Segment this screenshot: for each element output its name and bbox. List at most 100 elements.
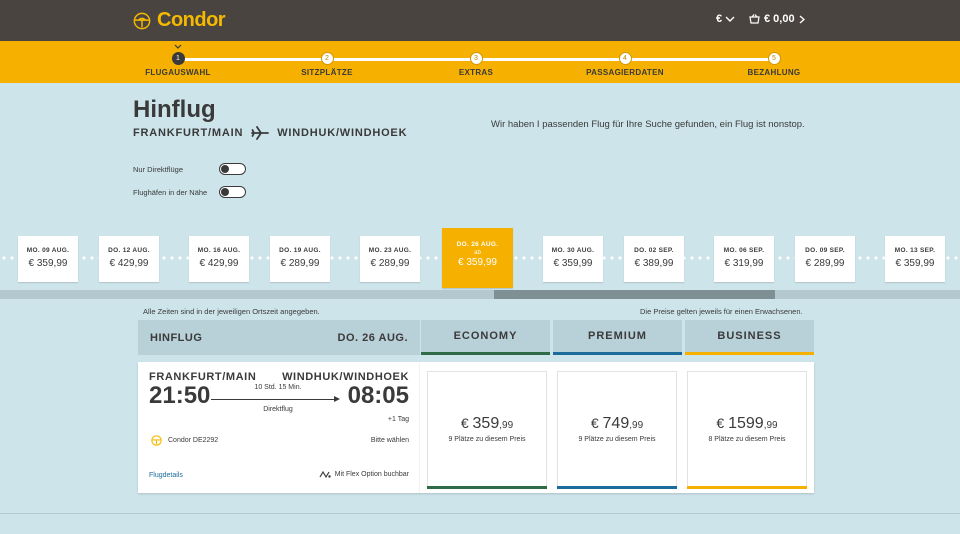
date-price: € 429,99 <box>199 258 239 269</box>
flex-option-info: Mit Flex Option buchbar <box>319 470 409 479</box>
step-number: 2 <box>320 52 334 65</box>
date-label: MO. 16 AUG. <box>197 247 241 254</box>
step-sitzplaetze[interactable]: 2 SITZPLÄTZE <box>272 52 382 77</box>
currency-selector[interactable]: € <box>716 13 735 25</box>
step-number: 3 <box>469 52 483 65</box>
date-option[interactable]: MO. 16 AUG. € 429,99 <box>189 236 249 282</box>
cart-button[interactable]: € 0,00 <box>749 13 805 25</box>
fare-card-premium[interactable]: € 749,99 9 Plätze zu diesem Preis <box>557 371 677 489</box>
flight-info-panel: FRANKFURT/MAIN WINDHUK/WINDHOEK 21:50 08… <box>138 362 420 493</box>
price-note: Die Preise gelten jeweils für einen Erwa… <box>640 307 803 316</box>
flight-route-line <box>211 399 338 400</box>
chevron-right-icon <box>799 14 805 24</box>
date-option[interactable]: DO. 12 AUG. € 429,99 <box>99 236 159 282</box>
class-header-premium: PREMIUM <box>553 320 682 355</box>
nearby-airports-toggle[interactable] <box>219 186 246 198</box>
date-label: DO. 12 AUG. <box>108 247 150 254</box>
departure-time: 21:50 <box>149 382 211 409</box>
fare-card-business[interactable]: € 1599,99 8 Plätze zu diesem Preis <box>687 371 807 489</box>
fare-price: € 359,99 <box>460 415 514 432</box>
step-label: PASSAGIERDATEN <box>586 68 664 77</box>
chevron-down-icon <box>725 16 735 22</box>
booking-progress: 1 FLUGAUSWAHL 2 SITZPLÄTZE 3 EXTRAS 4 PA… <box>0 41 960 83</box>
flight-type: Direktflug <box>263 406 293 413</box>
seats-available: 9 Plätze zu diesem Preis <box>448 436 526 443</box>
class-header-economy: ECONOMY <box>421 320 550 355</box>
scrollbar-thumb[interactable] <box>494 290 775 299</box>
date-option[interactable]: DO. 19 AUG. € 289,99 <box>270 236 330 282</box>
flex-option-icon <box>319 470 331 479</box>
top-bar: Condor € € 0,00 <box>0 0 960 41</box>
date-label: DO. 02 SEP. <box>634 247 674 254</box>
airline-info: Condor DE2292 <box>151 435 218 446</box>
arrival-time: 08:05 <box>347 382 409 409</box>
price-main: 1599 <box>728 415 764 432</box>
date-label: MO. 09 AUG. <box>26 247 70 254</box>
date-option[interactable]: MO. 30 AUG. € 359,99 <box>543 236 603 282</box>
filter-label: Nur Direktflüge <box>133 164 184 174</box>
date-option[interactable]: MO. 23 AUG. € 289,99 <box>360 236 420 282</box>
step-number: 1 <box>171 52 185 65</box>
price-main: 359 <box>472 415 500 432</box>
price-cents: 99 <box>632 420 644 431</box>
date-label: DO. 19 AUG. <box>279 247 321 254</box>
arrow-right-icon <box>334 396 340 402</box>
route-destination: WINDHUK/WINDHOEK <box>277 127 408 139</box>
date-label: DO. 26 AUG. <box>456 241 499 248</box>
class-header-business: BUSINESS <box>685 320 814 355</box>
class-color-bar <box>557 486 677 489</box>
step-number: 5 <box>767 52 781 65</box>
route-origin: FRANKFURT/MAIN <box>133 127 244 139</box>
airplane-icon <box>251 126 270 140</box>
table-date: DO. 26 AUG. <box>337 331 408 344</box>
date-option[interactable]: MO. 09 AUG. € 359,99 <box>18 236 78 282</box>
date-label: DO. 09 SEP. <box>805 247 845 254</box>
flight-number: Condor DE2292 <box>168 437 219 444</box>
fare-card-economy[interactable]: € 359,99 9 Plätze zu diesem Preis <box>427 371 547 489</box>
filter-nearby-airports: Flughäfen in der Nähe <box>133 186 246 198</box>
step-label: SITZPLÄTZE <box>301 68 353 77</box>
flight-table-header: HINFLUG DO. 26 AUG. <box>138 320 420 355</box>
price-cents: 99 <box>502 420 514 431</box>
price-main: 749 <box>602 415 630 432</box>
class-color-bar <box>427 486 547 489</box>
date-label: MO. 23 AUG. <box>368 247 412 254</box>
date-scrollbar[interactable] <box>0 290 960 299</box>
next-day-indicator: +1 Tag <box>387 416 409 423</box>
date-option[interactable]: MO. 06 SEP. € 319,99 <box>714 236 774 282</box>
direct-flights-toggle[interactable] <box>219 163 246 175</box>
step-label: BEZAHLUNG <box>747 68 801 77</box>
filter-direct-flights: Nur Direktflüge <box>133 163 246 175</box>
flight-duration: 10 Std. 15 Min. <box>254 384 302 391</box>
step-passagierdaten[interactable]: 4 PASSAGIERDATEN <box>570 52 680 77</box>
date-label: MO. 30 AUG. <box>551 247 595 254</box>
price-prefix: ab <box>474 250 481 256</box>
step-extras[interactable]: 3 EXTRAS <box>421 52 531 77</box>
condor-logo[interactable]: Condor <box>133 9 226 32</box>
flex-option-label: Mit Flex Option buchbar <box>334 471 409 478</box>
flight-details-link[interactable]: Flugdetails <box>149 472 183 479</box>
date-label: MO. 13 SEP. <box>894 247 936 254</box>
date-option[interactable]: MO. 13 SEP. € 359,99 <box>885 236 945 282</box>
fare-price: € 1599,99 <box>716 415 778 432</box>
date-option[interactable]: DO. 09 SEP. € 289,99 <box>795 236 855 282</box>
seats-available: 8 Plätze zu diesem Preis <box>708 436 786 443</box>
step-flugauswahl[interactable]: 1 FLUGAUSWAHL <box>123 44 233 77</box>
page-title: Hinflug <box>133 96 216 123</box>
date-price: € 289,99 <box>805 258 845 269</box>
brand-name: Condor <box>157 9 226 31</box>
class-color-bar <box>687 486 807 489</box>
date-option[interactable]: DO. 02 SEP. € 389,99 <box>624 236 684 282</box>
basket-icon <box>749 14 760 24</box>
section-divider <box>0 513 960 514</box>
date-price: € 359,99 <box>28 258 68 269</box>
fare-price: € 749,99 <box>590 415 644 432</box>
date-price: € 289,99 <box>370 258 410 269</box>
date-option-selected[interactable]: DO. 26 AUG. ab € 359,99 <box>442 228 513 288</box>
step-bezahlung[interactable]: 5 BEZAHLUNG <box>719 52 829 77</box>
date-price: € 289,99 <box>280 258 320 269</box>
date-price: € 359,99 <box>458 257 497 268</box>
seats-available: 9 Plätze zu diesem Preis <box>578 436 656 443</box>
step-label: FLUGAUSWAHL <box>145 68 211 77</box>
cart-total: € 0,00 <box>764 13 795 25</box>
